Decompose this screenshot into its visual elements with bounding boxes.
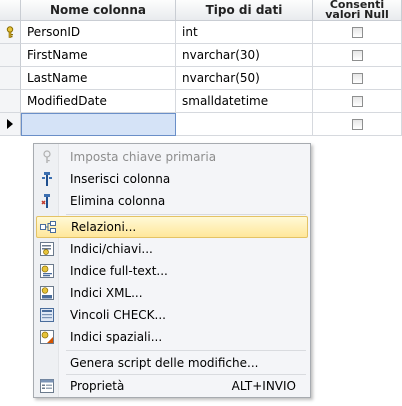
menu-item-label: Elimina colonna [70,194,166,208]
allow-nulls-checkbox[interactable] [351,49,363,61]
menu-item-spatial-indexes[interactable]: Indici spaziali... [36,326,308,348]
row-selector-header [0,0,21,21]
key-icon [36,146,58,168]
menu-item-indexes-keys[interactable]: Indici/chiavi... [36,238,308,260]
menu-item-label: Relazioni... [71,220,137,234]
allow-nulls-cell [313,113,402,136]
allow-nulls-cell [313,90,402,113]
data-type-cell[interactable]: int [176,21,313,44]
menu-item-insert-column[interactable]: Inserisci colonna [36,168,308,190]
allow-nulls-cell [313,44,402,67]
menu-separator [66,214,306,215]
xml-index-icon [36,282,58,304]
indexes-keys-icon [36,238,58,260]
menu-item-properties[interactable]: Proprietà ALT+INVIO [36,375,308,397]
row-selector[interactable] [0,90,21,113]
row-selector-current[interactable] [0,113,21,136]
column-name-cell[interactable]: LastName [21,67,176,90]
menu-item-label: Proprietà [70,379,125,393]
spatial-index-icon [36,326,58,348]
allow-nulls-checkbox[interactable] [351,95,363,107]
data-type-cell[interactable]: smalldatetime [176,90,313,113]
column-name-cell[interactable]: PersonID [21,21,176,44]
menu-item-fulltext-index[interactable]: Indice full-text... [36,260,308,282]
generate-script-icon [36,352,58,374]
menu-item-label: Inserisci colonna [70,172,171,186]
insert-column-icon [36,168,58,190]
menu-item-relationships[interactable]: Relazioni... [36,216,308,238]
menu-item-xml-indexes[interactable]: Indici XML... [36,282,308,304]
menu-item-label: Indici spaziali... [70,330,163,344]
row-selector[interactable] [0,44,21,67]
data-type-cell[interactable]: nvarchar(30) [176,44,313,67]
allow-nulls-checkbox[interactable] [351,72,363,84]
row-selector[interactable] [0,21,21,44]
allow-nulls-checkbox[interactable] [351,118,363,130]
menu-separator [66,350,306,351]
allow-nulls-header[interactable]: Consenti valori Null [313,0,402,21]
primary-key-icon [6,26,14,38]
menu-item-shortcut: ALT+INVIO [231,379,296,393]
menu-item-label: Indice full-text... [70,264,168,278]
check-constraint-icon [36,304,58,326]
data-type-cell[interactable]: nvarchar(50) [176,67,313,90]
current-row-arrow-icon [7,119,13,129]
table-designer-grid: Nome colonna Tipo di dati Consenti valor… [0,0,402,140]
column-name-cell[interactable]: ModifiedDate [21,90,176,113]
menu-item-delete-column[interactable]: Elimina colonna [36,190,308,212]
menu-item-label: Indici/chiavi... [70,242,153,256]
data-type-header[interactable]: Tipo di dati [176,0,313,21]
column-name-cell[interactable]: FirstName [21,44,176,67]
menu-item-label: Indici XML... [70,286,143,300]
allow-nulls-checkbox[interactable] [351,26,363,38]
allow-nulls-header-line2: valori Null [325,8,389,21]
new-data-type-cell[interactable] [176,113,313,136]
menu-item-label: Genera script delle modifiche... [70,356,259,370]
menu-item-check-constraints[interactable]: Vincoli CHECK... [36,304,308,326]
menu-item-set-primary-key[interactable]: Imposta chiave primaria [36,146,308,168]
fulltext-index-icon [36,260,58,282]
column-name-header[interactable]: Nome colonna [21,0,176,21]
menu-item-label: Imposta chiave primaria [70,150,217,164]
new-column-name-input[interactable] [21,113,176,136]
allow-nulls-cell [313,67,402,90]
row-selector[interactable] [0,67,21,90]
allow-nulls-cell [313,21,402,44]
menu-item-generate-change-script[interactable]: Genera script delle modifiche... [36,352,308,374]
context-menu: Imposta chiave primaria Inserisci colonn… [33,143,311,398]
menu-item-label: Vincoli CHECK... [70,308,166,322]
relationships-icon [37,216,59,238]
delete-column-icon [36,190,58,212]
properties-icon [36,375,58,397]
